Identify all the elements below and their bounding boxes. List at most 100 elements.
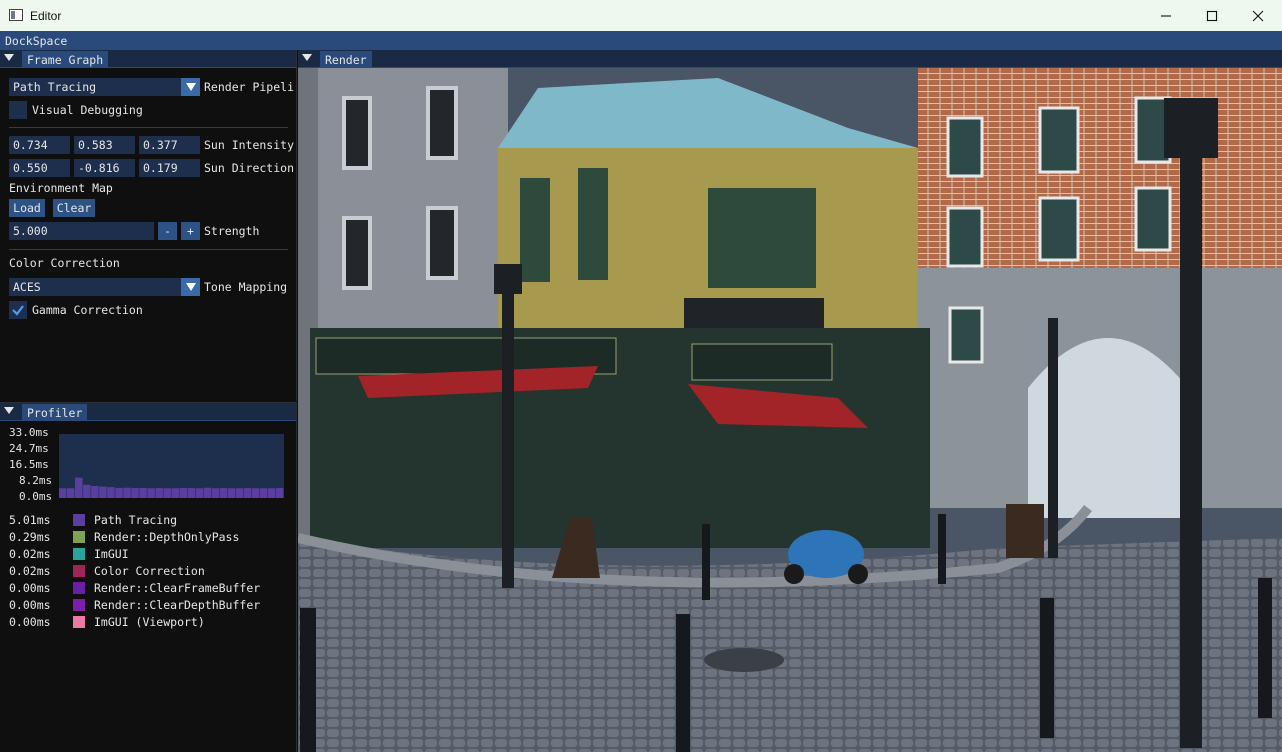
sun-intensity-y-field[interactable]: 0.583 [74,136,135,154]
chevron-down-icon[interactable] [181,78,200,96]
strength-decrement-button[interactable]: - [158,222,177,240]
frame-time-bar [59,488,67,498]
entry-name: ImGUI [94,547,129,561]
frame-time-bar [83,484,91,498]
sun-direction-z-field[interactable]: 0.179 [139,159,200,177]
y-tick-label: 33.0ms [9,426,49,439]
frame-time-bar [179,487,187,498]
separator [9,249,288,250]
frame-time-bar [211,488,220,498]
collapse-arrow-icon[interactable] [4,54,14,61]
render-pipeline-combo[interactable]: Path Tracing [9,78,200,96]
maximize-icon [1206,10,1218,21]
load-button[interactable]: Load [9,199,45,217]
frame-time-bar [155,488,163,498]
collapse-arrow-icon[interactable] [302,54,312,61]
frame-time-bar [235,488,244,498]
frame-time-bar [227,488,236,498]
entry-color-swatch [73,565,85,577]
sun-intensity-x-field[interactable]: 0.734 [9,136,70,154]
frame-time-bar [99,486,107,498]
visual-debugging-label: Visual Debugging [32,103,143,117]
frame-time-bar [259,488,268,498]
rendered-scene-image [298,68,1282,752]
app-icon [9,9,23,21]
entry-color-swatch [73,582,85,594]
gamma-correction-checkbox[interactable] [9,301,27,319]
frame-time-bar [243,488,252,498]
entry-time: 0.02ms [9,547,51,561]
entry-name: ImGUI (Viewport) [94,615,205,629]
entry-time: 0.00ms [9,615,51,629]
tone-mapping-combo[interactable]: ACES [9,278,200,296]
render-pipeline-label: Render Pipeli [204,80,295,94]
maximize-button[interactable] [1189,0,1235,31]
frame-time-bar [107,487,115,498]
strength-increment-button[interactable]: + [181,222,200,240]
tab-frame-graph[interactable]: Frame Graph [22,51,109,68]
sun-intensity-label: Sun Intensity [204,138,295,152]
entry-name: Render::DepthOnlyPass [94,530,240,544]
entry-name: Path Tracing [94,513,178,527]
frame-time-bar [171,488,179,498]
collapse-arrow-icon[interactable] [4,407,14,414]
gamma-correction-label: Gamma Correction [32,303,143,317]
tab-profiler[interactable]: Profiler [22,404,88,421]
sun-direction-label: Sun Direction [204,161,295,175]
strength-label: Strength [204,224,260,238]
frame-time-bar [275,488,284,498]
frame-time-bar [251,488,260,498]
dockspace-menu-bar: DockSpace [0,31,1282,50]
entry-name: Render::ClearDepthBuffer [94,598,261,612]
render-tab-strip: Render [298,50,1282,68]
entry-color-swatch [73,616,85,628]
entry-color-swatch [73,548,85,560]
profiler-panel: Profiler 33.0ms 24.7ms 16.5ms 8.2ms 0.0m… [0,402,297,752]
frame-time-graph [59,434,284,498]
frame-time-bar [195,488,204,498]
entry-time: 5.01ms [9,513,51,527]
frame-time-bar [219,488,228,498]
frame-time-bar [67,488,75,498]
tone-mapping-label: Tone Mapping [204,280,288,294]
chevron-down-icon[interactable] [181,278,200,296]
sun-intensity-z-field[interactable]: 0.377 [139,136,200,154]
sun-direction-x-field[interactable]: 0.550 [9,159,70,177]
y-tick-label: 0.0ms [19,490,53,503]
frame-time-bar [187,488,196,498]
dockspace-label: DockSpace [5,34,68,48]
visual-debugging-checkbox[interactable] [9,101,27,119]
y-tick-label: 24.7ms [9,442,49,455]
close-button[interactable] [1235,0,1281,31]
frame-time-bar [203,487,212,498]
entry-time: 0.29ms [9,530,51,544]
profiler-tab-strip: Profiler [0,403,296,421]
title-bar: Editor [0,0,1282,31]
render-viewport[interactable] [298,68,1282,752]
close-icon [1252,10,1264,21]
strength-field[interactable]: 5.000 [9,222,154,240]
separator [9,127,288,128]
frame-time-bar [131,488,139,498]
frame-time-bar [123,487,131,498]
frame-time-bar [147,488,155,498]
render-pipeline-value: Path Tracing [13,80,97,94]
checkmark-icon [12,305,24,316]
entry-color-swatch [73,599,85,611]
tab-render[interactable]: Render [320,51,372,68]
frame-time-bar [163,488,171,498]
environment-map-label: Environment Map [9,181,113,195]
entry-color-swatch [73,514,85,526]
y-tick-label: 16.5ms [9,458,49,471]
entry-time: 0.00ms [9,581,51,595]
color-correction-label: Color Correction [9,256,120,270]
entry-time: 0.00ms [9,598,51,612]
minimize-button[interactable] [1143,0,1189,31]
frame-time-bar [91,485,99,498]
frame-graph-tab-strip: Frame Graph [0,50,296,68]
minimize-icon [1161,14,1171,17]
sun-direction-y-field[interactable]: -0.816 [74,159,135,177]
clear-button[interactable]: Clear [53,199,95,217]
frame-graph-panel: Frame Graph Path Tracing Render Pipeli V… [0,50,297,401]
entry-name: Render::ClearFrameBuffer [94,581,261,595]
